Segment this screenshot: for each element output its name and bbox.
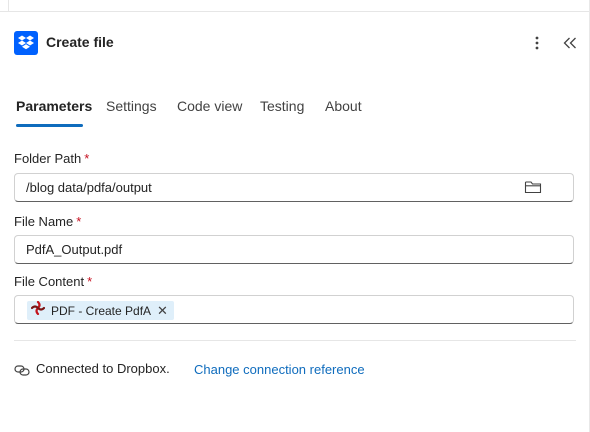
tab-code-view[interactable]: Code view — [177, 98, 242, 114]
connection-link-icon — [14, 362, 30, 378]
file-content-input[interactable]: PDF - Create PdfA ✕ — [14, 295, 574, 324]
file-name-label-text: File Name — [14, 214, 74, 229]
remove-token-icon[interactable]: ✕ — [157, 304, 168, 317]
panel-header: Create file — [14, 30, 580, 56]
dynamic-content-token[interactable]: PDF - Create PdfA ✕ — [27, 300, 174, 320]
file-name-label: File Name * — [14, 214, 81, 229]
pdf-action-icon — [30, 300, 46, 320]
panel-title: Create file — [46, 34, 114, 50]
top-strip — [0, 0, 590, 12]
folder-icon[interactable] — [524, 179, 542, 195]
file-name-input[interactable]: PdfA_Output.pdf — [14, 235, 574, 264]
required-marker: * — [87, 274, 93, 289]
tab-testing[interactable]: Testing — [260, 98, 304, 114]
collapse-panel-icon[interactable] — [562, 33, 578, 53]
more-options-icon[interactable] — [530, 33, 544, 53]
required-marker: * — [84, 151, 90, 166]
change-connection-link[interactable]: Change connection reference — [194, 362, 365, 377]
file-content-label-text: File Content — [14, 274, 85, 289]
tab-about[interactable]: About — [325, 98, 362, 114]
folder-path-value[interactable]: /blog data/pdfa/output — [26, 180, 152, 195]
connection-status-text: Connected to Dropbox. — [36, 361, 170, 376]
folder-path-label-text: Folder Path — [14, 151, 82, 166]
active-tab-indicator — [16, 124, 83, 127]
file-name-value[interactable]: PdfA_Output.pdf — [26, 242, 122, 257]
token-label: PDF - Create PdfA — [51, 303, 152, 318]
file-content-label: File Content * — [14, 274, 92, 289]
top-divider — [8, 0, 9, 11]
tab-settings[interactable]: Settings — [106, 98, 157, 114]
folder-path-label: Folder Path * — [14, 151, 89, 166]
tab-parameters[interactable]: Parameters — [16, 98, 92, 114]
section-divider — [14, 340, 576, 341]
folder-path-input[interactable]: /blog data/pdfa/output — [14, 173, 574, 202]
required-marker: * — [76, 214, 82, 229]
dropbox-icon — [14, 31, 38, 55]
